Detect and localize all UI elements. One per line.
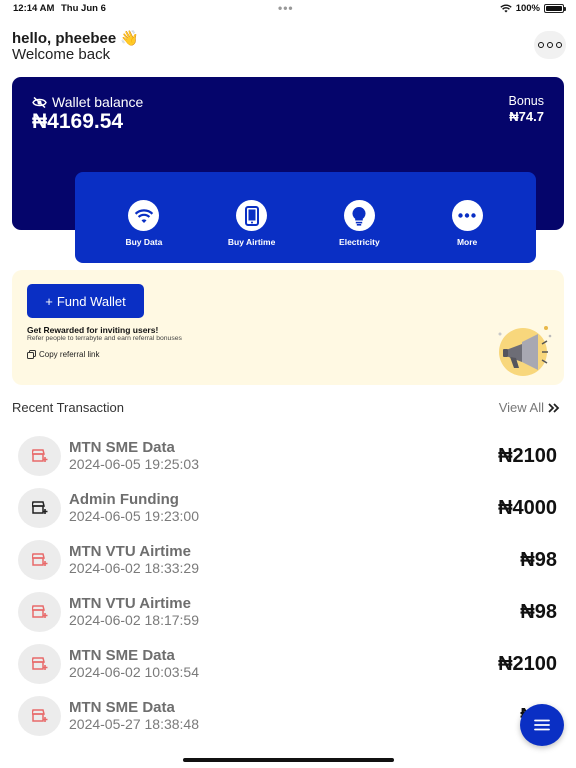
transaction-date: 2024-06-02 18:17:59 xyxy=(69,612,199,628)
more-options-button[interactable] xyxy=(534,31,566,59)
transaction-row[interactable]: MTN SME Data 2024-05-27 18:38:48 ₦21 xyxy=(0,690,576,742)
transaction-amount: ₦2100 xyxy=(498,445,557,467)
wifi-icon xyxy=(128,200,160,231)
fund-wallet-button[interactable]: + Fund Wallet xyxy=(27,284,144,318)
multitasking-dots-icon[interactable]: ••• xyxy=(278,1,294,15)
view-all-link[interactable]: View All xyxy=(499,400,560,415)
transaction-title: Admin Funding xyxy=(69,491,179,508)
shop-icon xyxy=(18,540,61,580)
waving-hand-icon: 👋 xyxy=(120,30,140,47)
transaction-list: MTN SME Data 2024-06-05 19:25:03 ₦2100 A… xyxy=(0,430,576,742)
more-dots-icon xyxy=(451,200,483,231)
buy-data-label: Buy Data xyxy=(125,237,163,247)
recent-transactions-title: Recent Transaction xyxy=(12,400,125,415)
wallet-balance-text: Wallet balance xyxy=(52,94,144,110)
megaphone-icon xyxy=(498,326,552,376)
transaction-amount: ₦98 xyxy=(520,601,557,623)
dot-icon xyxy=(538,42,544,48)
transaction-date: 2024-06-02 10:03:54 xyxy=(69,664,199,680)
eye-off-icon[interactable] xyxy=(32,96,47,108)
transaction-row[interactable]: MTN SME Data 2024-06-05 19:25:03 ₦2100 xyxy=(0,430,576,482)
quick-actions-panel: Buy Data Buy Airtime Electricity More xyxy=(75,172,536,263)
battery-percent: 100% xyxy=(515,3,540,14)
phone-icon xyxy=(236,200,268,231)
transaction-title: MTN VTU Airtime xyxy=(69,595,191,612)
wallet-balance-label: Wallet balance xyxy=(32,94,143,110)
status-bar: 12:14 AM Thu Jun 6 ••• 100% xyxy=(0,0,576,18)
transaction-date: 2024-05-27 18:38:48 xyxy=(69,716,199,732)
bonus-amount: ₦74.7 xyxy=(509,109,544,124)
transaction-title: MTN VTU Airtime xyxy=(69,543,191,560)
copy-referral-link[interactable]: Copy referral link xyxy=(27,350,99,359)
transaction-amount: ₦4000 xyxy=(498,497,557,519)
menu-icon xyxy=(534,719,550,731)
greeting: hello, pheebee 👋 xyxy=(12,29,139,47)
bulb-icon xyxy=(343,200,375,231)
more-services-label: More xyxy=(456,237,478,247)
buy-data-button[interactable]: Buy Data xyxy=(99,188,189,247)
transaction-title: MTN SME Data xyxy=(69,647,175,664)
bonus-label: Bonus xyxy=(508,94,544,108)
wifi-status-icon xyxy=(499,4,512,13)
transaction-row[interactable]: MTN SME Data 2024-06-02 10:03:54 ₦2100 xyxy=(0,638,576,690)
transaction-row[interactable]: MTN VTU Airtime 2024-06-02 18:17:59 ₦98 xyxy=(0,586,576,638)
shop-icon xyxy=(18,696,61,736)
shop-icon xyxy=(18,436,61,476)
referral-title: Get Rewarded for inviting users! xyxy=(27,325,159,335)
electricity-button[interactable]: Electricity xyxy=(314,188,404,247)
copy-icon xyxy=(27,350,36,359)
transaction-date: 2024-06-02 18:33:29 xyxy=(69,560,199,576)
greeting-text: hello, pheebee xyxy=(12,30,117,47)
shop-icon xyxy=(18,644,61,684)
welcome-text: Welcome back xyxy=(12,46,111,63)
menu-fab-button[interactable] xyxy=(520,704,564,746)
referral-promo-card: + Fund Wallet Get Rewarded for inviting … xyxy=(12,270,564,385)
dot-icon xyxy=(547,42,553,48)
wallet-balance-amount: ₦4169.54 xyxy=(32,110,124,133)
transaction-title: MTN SME Data xyxy=(69,439,175,456)
transaction-row[interactable]: MTN VTU Airtime 2024-06-02 18:33:29 ₦98 xyxy=(0,534,576,586)
electricity-label: Electricity xyxy=(339,237,380,247)
transaction-amount: ₦2100 xyxy=(498,653,557,675)
plus-icon: + xyxy=(45,293,53,309)
referral-subtitle: Refer people to terrabyte and earn refer… xyxy=(27,335,182,342)
status-date: Thu Jun 6 xyxy=(61,3,106,14)
transaction-date: 2024-06-05 19:25:03 xyxy=(69,456,199,472)
transaction-row[interactable]: Admin Funding 2024-06-05 19:23:00 ₦4000 xyxy=(0,482,576,534)
status-time: 12:14 AM xyxy=(13,3,55,14)
shop-icon xyxy=(18,488,61,528)
transaction-amount: ₦98 xyxy=(520,549,557,571)
status-right: 100% xyxy=(499,3,566,14)
fund-wallet-label: Fund Wallet xyxy=(56,293,126,309)
dot-icon xyxy=(556,42,562,48)
shop-icon xyxy=(18,592,61,632)
double-chevron-right-icon xyxy=(548,402,560,413)
more-services-button[interactable]: More xyxy=(422,188,512,247)
copy-referral-text: Copy referral link xyxy=(39,350,100,359)
transaction-date: 2024-06-05 19:23:00 xyxy=(69,508,199,524)
transaction-title: MTN SME Data xyxy=(69,699,175,716)
battery-icon xyxy=(544,4,566,13)
buy-airtime-button[interactable]: Buy Airtime xyxy=(207,188,297,247)
buy-airtime-label: Buy Airtime xyxy=(227,237,276,247)
view-all-label: View All xyxy=(498,400,544,415)
home-indicator[interactable] xyxy=(183,758,394,762)
